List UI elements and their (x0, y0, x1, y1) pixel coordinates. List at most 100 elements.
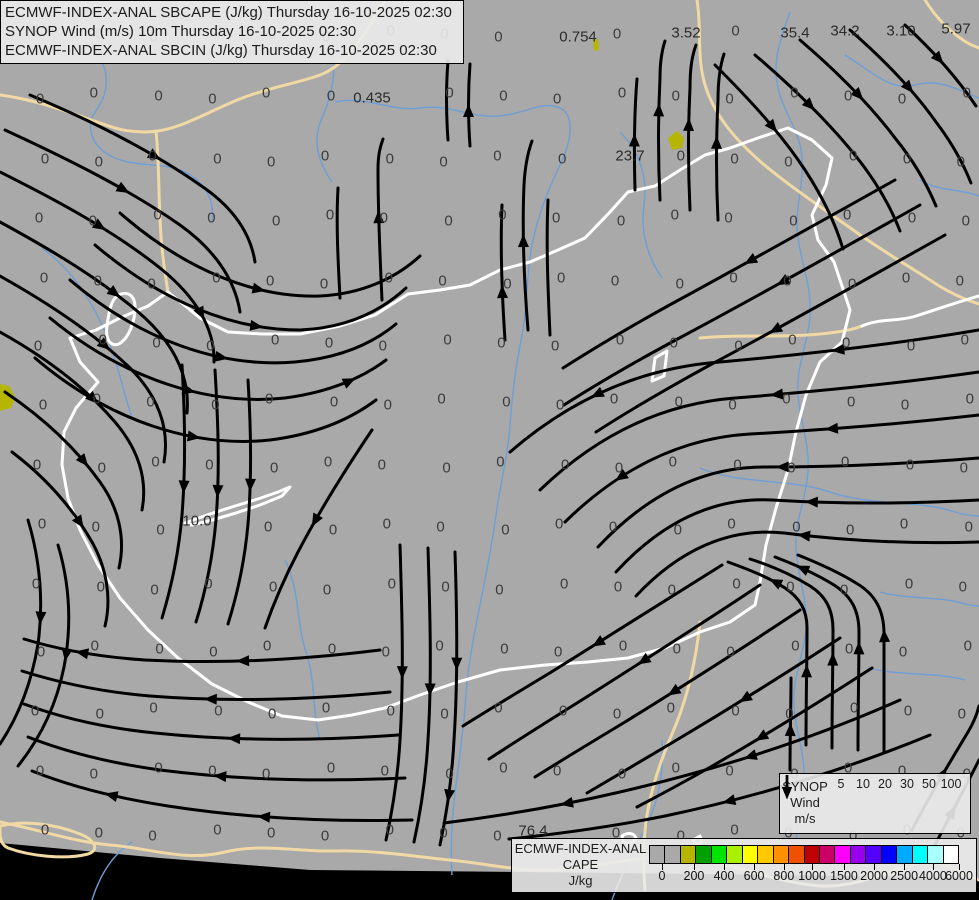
station-zero-label: 0 (845, 640, 854, 658)
station-zero-label: 0 (724, 209, 733, 227)
wind-speed-column: 50 (782, 775, 940, 833)
station-zero-label: 0 (846, 521, 855, 539)
station-zero-label: 0 (499, 759, 508, 777)
station-zero-label: 0 (325, 206, 335, 224)
station-zero-label: 0 (39, 269, 49, 287)
cape-color-cell (865, 846, 881, 863)
station-zero-label: 0 (386, 702, 395, 720)
station-zero-label: 0 (965, 390, 974, 408)
cape-color-cell (710, 846, 727, 863)
station-zero-label: 0 (207, 209, 216, 227)
wind-speed-value: 20 (878, 777, 892, 791)
station-zero-label: 0 (904, 575, 914, 593)
station-zero-label: 0 (675, 275, 684, 293)
station-zero-label: 0 (208, 90, 217, 108)
station-zero-label: 0 (149, 699, 158, 717)
station-zero-label: 0 (323, 453, 333, 471)
station-zero-label: 0 (674, 393, 683, 411)
station-zero-label: 0 (93, 272, 102, 290)
station-zero-label: 0 (324, 334, 334, 352)
station-value-label: 5.97 (941, 20, 971, 38)
station-zero-label: 0 (791, 637, 800, 655)
station-zero-label: 0 (673, 521, 682, 539)
station-zero-label: 0 (614, 459, 624, 477)
cape-color-cell (942, 846, 959, 863)
station-zero-label: 0 (561, 456, 570, 474)
station-zero-label: 0 (379, 209, 388, 227)
station-zero-label: 0 (89, 765, 98, 783)
station-zero-label: 0 (669, 334, 678, 352)
station-zero-label: 0 (500, 640, 509, 658)
station-zero-label: 0 (731, 702, 740, 720)
station-zero-label: 0 (897, 90, 907, 108)
station-zero-label: 0 (666, 699, 675, 717)
station-value-label: 3.52 (671, 24, 701, 42)
station-zero-label: 0 (204, 575, 213, 593)
station-zero-label: 0 (612, 25, 622, 43)
station-zero-label: 0 (155, 640, 164, 658)
wind-speed-value: 10 (856, 777, 870, 791)
station-zero-label: 0 (493, 827, 502, 845)
station-zero-label: 0 (725, 762, 734, 780)
station-zero-label: 0 (265, 390, 274, 408)
station-zero-label: 0 (789, 212, 798, 230)
cape-color-cell (803, 846, 819, 863)
cape-tick-value: 6000 (945, 869, 973, 883)
station-zero-label: 0 (209, 643, 218, 661)
wind-speed-value: 100 (940, 777, 962, 791)
station-zero-label: 0 (849, 147, 858, 165)
station-zero-label: 0 (269, 578, 278, 596)
station-zero-label: 0 (264, 518, 273, 536)
station-zero-label: 0 (328, 521, 338, 539)
station-zero-label: 0 (842, 334, 851, 352)
station-zero-label: 0 (37, 515, 47, 533)
station-zero-label: 0 (785, 705, 794, 723)
station-zero-label: 0 (901, 269, 911, 287)
cape-color-cell (896, 846, 912, 863)
station-zero-label: 0 (320, 827, 330, 845)
cape-color-cell (650, 846, 665, 863)
station-zero-label: 0 (146, 393, 155, 411)
station-zero-label: 0 (784, 153, 793, 171)
station-zero-label: 0 (385, 150, 394, 168)
station-zero-label: 0 (496, 453, 505, 471)
station-zero-label: 0 (670, 206, 679, 224)
cape-color-legend: ECMWF-INDEX-ANAL CAPE J/kg 0 200 400 600 800… (511, 838, 977, 893)
station-zero-label: 0 (961, 212, 970, 230)
cape-color-cell (911, 846, 928, 863)
station-zero-label: 0 (154, 87, 163, 105)
station-zero-label: 0 (671, 759, 680, 777)
station-value-label: 35.4 (780, 24, 810, 42)
station-zero-label: 0 (96, 578, 105, 596)
cape-color-cell (880, 846, 897, 863)
cape-color-cell (788, 846, 804, 863)
station-zero-label: 0 (555, 515, 564, 533)
station-zero-label: 0 (617, 84, 627, 102)
station-zero-label: 0 (905, 456, 915, 474)
cape-tick-value: 800 (773, 869, 795, 883)
cape-color-cell (741, 846, 758, 863)
cape-color-cell (849, 846, 866, 863)
station-zero-label: 0 (89, 84, 98, 102)
wind-speed-column: 30 (782, 775, 918, 833)
station-zero-label: 0 (963, 637, 972, 655)
station-zero-label: 0 (380, 762, 389, 780)
station-zero-label: 0 (151, 453, 160, 471)
station-zero-label: 0 (497, 334, 506, 352)
station-zero-label: 0 (732, 575, 741, 593)
station-zero-label: 0 (850, 699, 859, 717)
station-zero-label: 0 (730, 150, 739, 168)
station-zero-label: 0 (556, 396, 565, 414)
station-zero-label: 0 (267, 824, 276, 842)
station-zero-label: 0 (902, 150, 912, 168)
station-zero-label: 0 (840, 581, 849, 599)
station-zero-label: 0 (272, 212, 281, 230)
station-zero-label: 0 (551, 337, 560, 355)
station-zero-label: 0 (34, 209, 44, 227)
station-zero-label: 0 (907, 209, 917, 227)
station-zero-label: 0 (213, 821, 222, 839)
station-zero-label: 0 (729, 269, 738, 287)
station-zero-label: 0 (733, 456, 742, 474)
station-zero-label: 0 (384, 269, 393, 287)
station-zero-label: 0 (672, 640, 681, 658)
